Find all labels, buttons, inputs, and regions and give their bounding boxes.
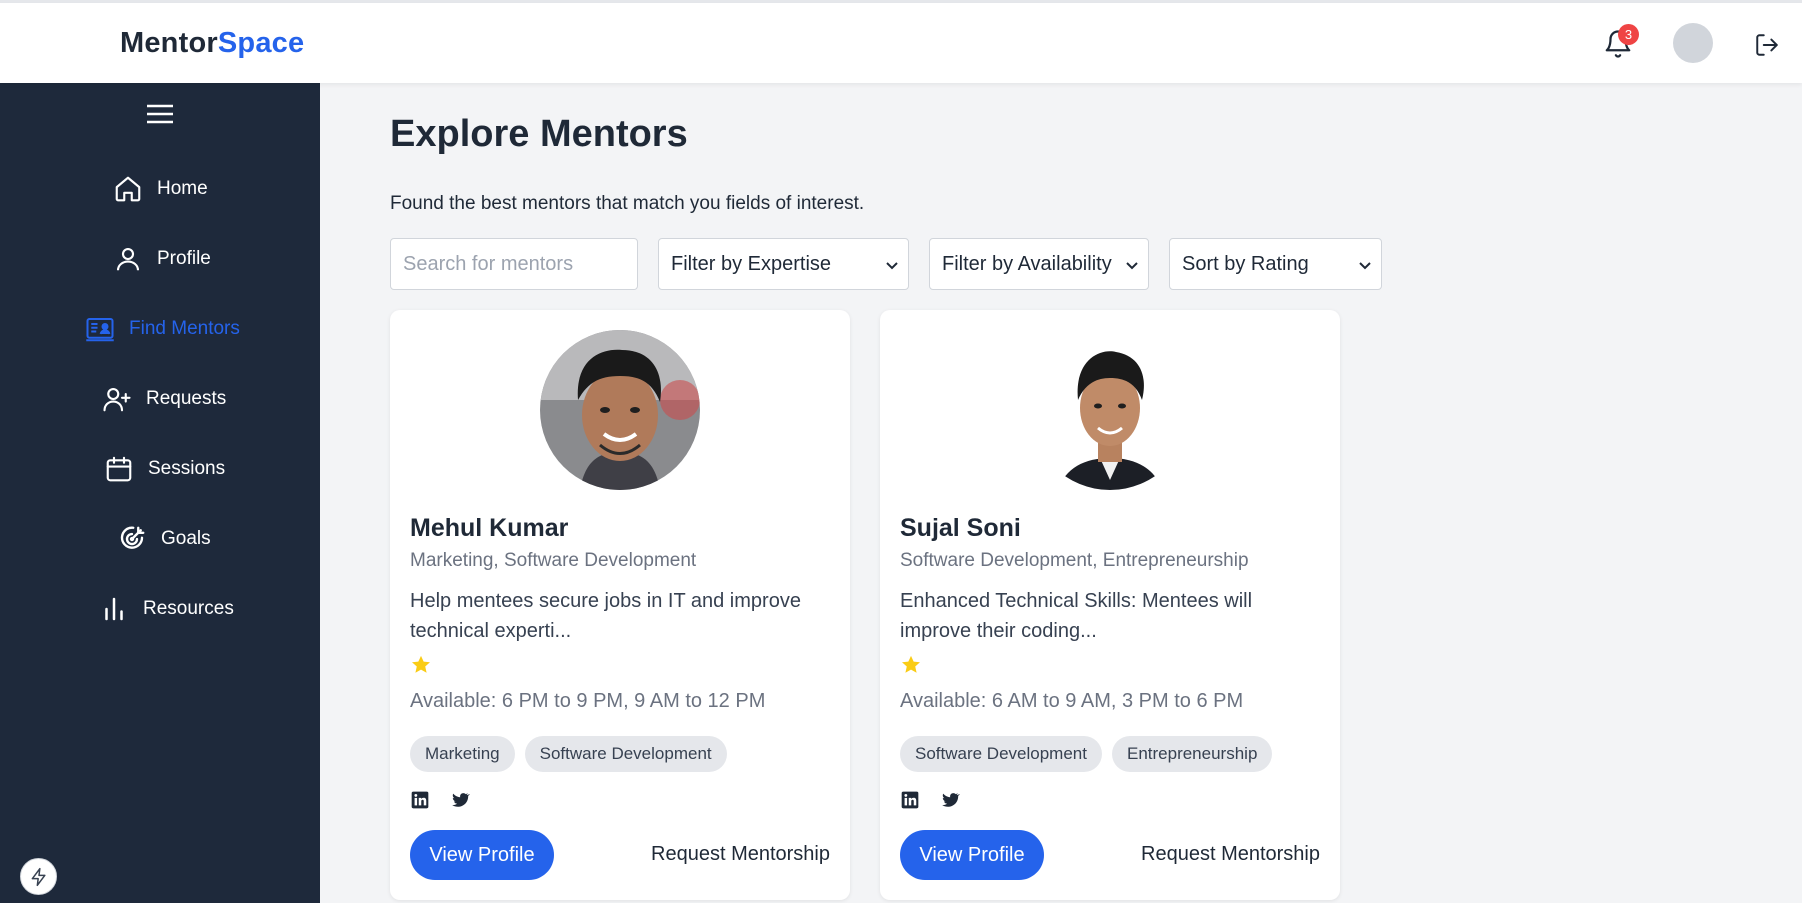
star-icon (412, 655, 430, 673)
mentor-photo (540, 330, 700, 490)
notification-badge: 3 (1618, 24, 1639, 45)
expertise-tag: Software Development (524, 736, 727, 772)
page-title: Explore Mentors (390, 113, 688, 155)
expertise-tag: Entrepreneurship (1111, 736, 1273, 772)
lightning-icon (31, 867, 46, 886)
sidebar-item-label: Sessions (148, 458, 226, 479)
request-mentorship-button[interactable]: Request Mentorship (651, 843, 830, 866)
bar-chart-icon (105, 597, 123, 621)
view-profile-button[interactable]: View Profile (900, 830, 1044, 880)
sidebar-item-find-mentors[interactable]: Find Mentors (85, 309, 240, 349)
filter-expertise-select[interactable]: Filter by Expertise (658, 238, 909, 290)
sort-select[interactable]: Sort by Rating (1169, 238, 1382, 290)
sidebar: Home Profile Find Mentors Requests Sessi… (0, 83, 320, 903)
tag-list: Software Development Entrepreneurship (900, 736, 1273, 772)
twitter-icon[interactable] (940, 790, 960, 810)
star-icon (902, 655, 920, 673)
sidebar-item-sessions[interactable]: Sessions (104, 449, 225, 489)
mentor-card: Sujal Soni Software Development, Entrepr… (880, 310, 1340, 900)
sidebar-item-label: Find Mentors (129, 318, 240, 339)
avatar[interactable] (1673, 23, 1713, 63)
select-value: Filter by Availability (942, 252, 1112, 275)
sidebar-item-label: Home (157, 178, 208, 199)
linkedin-icon[interactable] (900, 790, 920, 810)
top-header: MentorSpace 3 (0, 3, 1802, 83)
sidebar-item-label: Goals (161, 528, 211, 549)
logout-icon[interactable] (1754, 32, 1780, 58)
mentor-description: Enhanced Technical Skills: Mentees will … (900, 590, 1253, 642)
request-mentorship-button[interactable]: Request Mentorship (1141, 843, 1320, 866)
sidebar-item-label: Resources (143, 598, 234, 619)
id-card-icon (86, 318, 114, 342)
chevron-down-icon (1359, 262, 1371, 270)
sidebar-item-resources[interactable]: Resources (99, 589, 234, 629)
mentor-name: Sujal Soni (900, 514, 1021, 542)
sidebar-item-home[interactable]: Home (113, 169, 208, 209)
page-subtitle: Found the best mentors that match you fi… (390, 193, 865, 214)
sidebar-item-label: Profile (157, 248, 211, 269)
mentor-availability: Available: 6 AM to 9 AM, 3 PM to 6 PM (900, 690, 1244, 712)
select-value: Sort by Rating (1182, 252, 1309, 275)
sidebar-item-label: Requests (146, 388, 227, 409)
chevron-down-icon (1126, 262, 1138, 270)
quick-action-button[interactable] (20, 858, 57, 895)
search-input[interactable]: Search for mentors (390, 238, 638, 290)
select-value: Filter by Expertise (671, 252, 832, 275)
sidebar-item-requests[interactable]: Requests (102, 379, 226, 419)
social-links (410, 790, 470, 810)
mentor-availability: Available: 6 PM to 9 PM, 9 AM to 12 PM (410, 690, 766, 712)
view-profile-button[interactable]: View Profile (410, 830, 554, 880)
menu-icon[interactable] (147, 103, 173, 125)
logo-part-1: Mentor (120, 27, 218, 59)
home-icon (115, 176, 141, 202)
mentor-card: Mehul Kumar Marketing, Software Developm… (390, 310, 850, 900)
calendar-icon (106, 456, 132, 482)
sidebar-item-goals[interactable]: Goals (117, 519, 211, 559)
mentor-photo (1030, 330, 1190, 490)
social-links (900, 790, 960, 810)
mentor-name: Mehul Kumar (410, 514, 569, 542)
sidebar-item-profile[interactable]: Profile (113, 239, 211, 279)
mentor-description: Help mentees secure jobs in IT and impro… (410, 590, 801, 642)
mentor-expertise: Marketing, Software Development (410, 550, 697, 571)
target-icon (120, 526, 145, 549)
mentor-expertise: Software Development, Entrepreneurship (900, 550, 1249, 571)
chevron-down-icon (886, 262, 898, 270)
user-plus-icon (103, 387, 131, 412)
logo-part-2: Space (217, 27, 305, 59)
tag-list: Marketing Software Development (410, 736, 727, 772)
linkedin-icon[interactable] (410, 790, 430, 810)
user-icon (116, 247, 140, 271)
expertise-tag: Marketing (410, 736, 515, 772)
twitter-icon[interactable] (450, 790, 470, 810)
app-logo[interactable]: MentorSpace (120, 27, 304, 60)
filter-availability-select[interactable]: Filter by Availability (929, 238, 1149, 290)
expertise-tag: Software Development (900, 736, 1102, 772)
